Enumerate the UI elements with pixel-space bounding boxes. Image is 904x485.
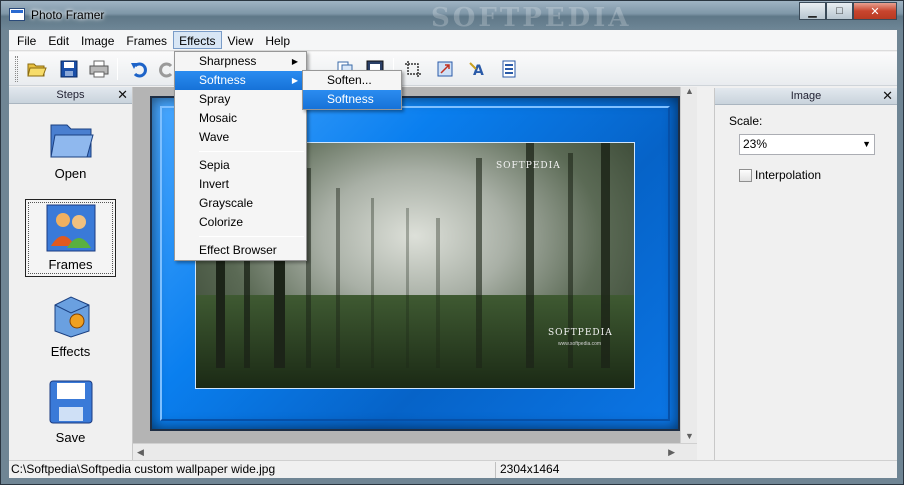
menu-separator	[199, 236, 304, 237]
floppy-save-icon	[49, 380, 92, 424]
crop-icon[interactable]	[401, 57, 425, 81]
open-folder-icon[interactable]	[25, 57, 49, 81]
scale-dropdown[interactable]: 23% ▼	[739, 134, 875, 155]
scroll-up-icon[interactable]: ▲	[685, 86, 694, 96]
undo-icon[interactable]	[127, 57, 151, 81]
steps-panel-close-icon[interactable]: ✕	[117, 87, 128, 103]
scroll-right-icon[interactable]: ▶	[668, 447, 675, 458]
status-bar: C:\Softpedia\Softpedia custom wallpaper …	[9, 460, 897, 478]
menu-item-sharpness[interactable]: Sharpness ▶	[175, 52, 306, 71]
menu-image[interactable]: Image	[75, 31, 120, 49]
photo-watermark-top: SOFTPEDIA	[496, 161, 561, 171]
effects-menu: Sharpness ▶ Softness ▶ Spray Mosaic Wave S…	[174, 51, 307, 261]
step-save-label: Save	[55, 430, 86, 445]
submenu-item-soften[interactable]: Soften...	[303, 71, 401, 90]
status-separator	[495, 462, 496, 478]
scroll-down-icon[interactable]: ▼	[685, 431, 694, 441]
step-open[interactable]: Open	[25, 117, 116, 181]
steps-panel: Steps ✕ Open Frames Effects Save	[9, 87, 133, 460]
users-icon	[46, 204, 95, 252]
vertical-scrollbar[interactable]: ▲ ▼	[680, 86, 697, 443]
menu-file[interactable]: File	[11, 31, 42, 49]
scale-label: Scale:	[729, 114, 763, 128]
effects-box-icon	[54, 296, 89, 338]
step-save[interactable]: Save	[25, 379, 116, 445]
chevron-down-icon[interactable]: ▼	[862, 135, 871, 154]
menu-bar: File Edit Image Frames Effects View Help	[9, 30, 897, 51]
menu-item-wave[interactable]: Wave	[175, 128, 306, 147]
step-open-label: Open	[54, 166, 87, 181]
title-bar[interactable]: Photo Framer SOFTPEDIA ▁ □ ✕	[1, 1, 903, 33]
menu-item-colorize[interactable]: Colorize	[175, 213, 306, 232]
menu-item-mosaic[interactable]: Mosaic	[175, 109, 306, 128]
step-effects[interactable]: Effects	[25, 293, 116, 359]
interpolation-checkbox[interactable]: Interpolation	[739, 168, 821, 182]
info-icon[interactable]	[497, 57, 521, 81]
maximize-button[interactable]: □	[826, 2, 853, 20]
submenu-item-softness[interactable]: Softness	[303, 90, 401, 109]
photo-watermark-url: www.softpedia.com	[558, 341, 602, 347]
steps-panel-header: Steps ✕	[9, 87, 132, 104]
folder-icon	[49, 124, 94, 158]
image-panel-header: Image ✕	[715, 88, 897, 105]
minimize-button[interactable]: ▁	[799, 2, 826, 20]
horizontal-scrollbar[interactable]: ◀ ▶	[133, 443, 697, 460]
menu-item-invert[interactable]: Invert	[175, 175, 306, 194]
menu-item-effect-browser[interactable]: Effect Browser	[175, 241, 306, 260]
client-area: File Edit Image Frames Effects View Help	[9, 30, 897, 478]
toolbar: A	[9, 52, 897, 86]
menu-edit[interactable]: Edit	[42, 31, 75, 49]
menu-item-sepia[interactable]: Sepia	[175, 156, 306, 175]
status-image-dimensions: 2304x1464	[500, 462, 560, 476]
toolbar-grip[interactable]	[15, 56, 18, 82]
menu-item-grayscale[interactable]: Grayscale	[175, 194, 306, 213]
app-icon	[9, 8, 25, 21]
step-frames[interactable]: Frames	[25, 199, 116, 277]
interpolation-label: Interpolation	[755, 168, 822, 182]
titlebar-watermark: SOFTPEDIA	[431, 3, 632, 33]
step-effects-label: Effects	[50, 344, 91, 359]
menu-effects[interactable]: Effects	[173, 31, 222, 49]
resize-icon[interactable]	[433, 57, 457, 81]
menu-help[interactable]: Help	[259, 31, 296, 49]
image-panel-close-icon[interactable]: ✕	[882, 88, 893, 104]
window-title: Photo Framer	[31, 8, 105, 22]
submenu-arrow-icon: ▶	[291, 76, 298, 85]
menu-separator	[199, 151, 304, 152]
save-icon[interactable]	[57, 57, 81, 81]
print-icon[interactable]	[87, 57, 111, 81]
menu-frames[interactable]: Frames	[120, 31, 173, 49]
scale-value: 23%	[743, 137, 768, 151]
softness-submenu: Soften... Softness	[302, 70, 402, 110]
submenu-arrow-icon: ▶	[291, 57, 298, 66]
svg-text:A: A	[473, 63, 484, 78]
close-button[interactable]: ✕	[853, 2, 897, 20]
menu-item-softness[interactable]: Softness ▶	[175, 71, 306, 90]
text-icon[interactable]: A	[465, 57, 489, 81]
app-window: Photo Framer SOFTPEDIA ▁ □ ✕ File Edit I…	[0, 0, 904, 485]
steps-panel-title: Steps	[56, 89, 85, 101]
menu-item-spray[interactable]: Spray	[175, 90, 306, 109]
image-panel-title: Image	[790, 90, 822, 102]
menu-view[interactable]: View	[222, 31, 260, 49]
status-file-path: C:\Softpedia\Softpedia custom wallpaper …	[11, 462, 276, 476]
checkbox-box[interactable]	[739, 168, 752, 182]
photo-watermark-bottom: SOFTPEDIA	[548, 328, 613, 338]
toolbar-separator	[117, 58, 118, 80]
image-panel: Image ✕ Scale: 23% ▼ Interpolation	[714, 88, 897, 460]
scroll-left-icon[interactable]: ◀	[137, 447, 144, 458]
step-frames-label: Frames	[48, 257, 93, 272]
